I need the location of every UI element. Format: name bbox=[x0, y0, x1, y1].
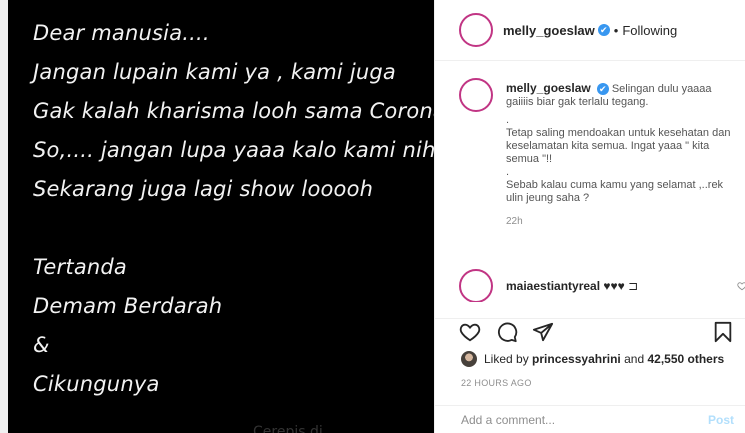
author-avatar[interactable] bbox=[459, 13, 493, 47]
caption-line: Tetap saling mendoakan untuk kesehatan d… bbox=[506, 127, 731, 165]
comment-item: maiaestiantyreal ♥♥♥ ⊐ bbox=[459, 269, 745, 302]
image-text-line: Tertanda bbox=[33, 255, 127, 279]
post-comment-button[interactable]: Post bbox=[708, 413, 734, 427]
likes-summary: Liked by princessyahrini and 42,550 othe… bbox=[461, 351, 724, 367]
comment-input[interactable] bbox=[461, 412, 708, 427]
verified-icon: ✔ bbox=[596, 83, 609, 96]
action-bar bbox=[435, 318, 745, 344]
image-text-line: & bbox=[33, 333, 50, 357]
add-comment-bar: Post bbox=[435, 405, 745, 433]
post-image[interactable]: Dear manusia.... Jangan lupain kami ya ,… bbox=[0, 0, 434, 433]
image-watermark: Cerepis di bbox=[253, 424, 323, 433]
caption-username[interactable]: melly_goeslaw bbox=[506, 81, 591, 95]
share-paper-plane-icon[interactable] bbox=[532, 321, 554, 343]
likes-and: and bbox=[624, 352, 645, 366]
image-text-spacer bbox=[33, 209, 424, 248]
save-bookmark-icon[interactable] bbox=[712, 321, 734, 343]
caption-body: melly_goeslaw ✔ Selingan dulu yaaaa gaii… bbox=[506, 78, 739, 228]
following-button[interactable]: Following bbox=[622, 23, 677, 38]
post-header: melly_goeslaw ✔ • Following bbox=[435, 0, 745, 61]
header-separator: • bbox=[613, 22, 619, 38]
likes-prefix: Liked by bbox=[484, 352, 529, 366]
instagram-post-modal: Dear manusia.... Jangan lupain kami ya ,… bbox=[0, 0, 745, 433]
post-timestamp[interactable]: 22 HOURS AGO bbox=[461, 378, 532, 388]
caption-comment: melly_goeslaw ✔ Selingan dulu yaaaa gaii… bbox=[459, 78, 739, 228]
commenter-username[interactable]: maiaestiantyreal bbox=[506, 279, 600, 293]
caption-line: Sebab kalau cuma kamu yang selamat ,..re… bbox=[506, 179, 724, 204]
image-text-line: Gak kalah kharisma looh sama Corona bbox=[33, 99, 434, 123]
image-text-line: Sekarang juga lagi show looooh bbox=[33, 177, 374, 201]
image-text-line: Jangan lupain kami ya , kami juga bbox=[33, 60, 396, 84]
comments-section[interactable]: melly_goeslaw ✔ Selingan dulu yaaaa gaii… bbox=[435, 62, 745, 302]
post-image-text: Dear manusia.... Jangan lupain kami ya ,… bbox=[33, 14, 434, 404]
caption-avatar[interactable] bbox=[459, 78, 493, 112]
caption-line: . bbox=[506, 166, 510, 178]
caption-line: . bbox=[506, 114, 510, 126]
commenter-avatar[interactable] bbox=[459, 269, 493, 302]
image-text-line: Demam Berdarah bbox=[33, 294, 223, 318]
post-sidebar: melly_goeslaw ✔ • Following melly_goesla… bbox=[434, 0, 745, 433]
likes-count-link[interactable]: 42,550 others bbox=[647, 352, 724, 366]
author-username[interactable]: melly_goeslaw bbox=[503, 23, 595, 38]
verified-icon: ✔ bbox=[597, 24, 610, 36]
liker-avatar[interactable] bbox=[461, 351, 477, 367]
like-heart-icon[interactable] bbox=[459, 321, 481, 343]
comment-text: maiaestiantyreal ♥♥♥ ⊐ bbox=[506, 279, 638, 293]
backdrop-strip bbox=[0, 0, 8, 433]
comment-body: ♥♥♥ ⊐ bbox=[603, 279, 639, 293]
image-text-line: Dear manusia.... bbox=[33, 21, 210, 45]
image-text-line: Cikungunya bbox=[33, 372, 160, 396]
image-text-line: So,.... jangan lupa yaaa kalo kami nih bbox=[33, 138, 434, 162]
comment-bubble-icon[interactable] bbox=[496, 321, 518, 343]
like-comment-icon[interactable] bbox=[737, 281, 745, 291]
liker-username[interactable]: princessyahrini bbox=[532, 352, 621, 366]
caption-time: 22h bbox=[506, 216, 523, 227]
